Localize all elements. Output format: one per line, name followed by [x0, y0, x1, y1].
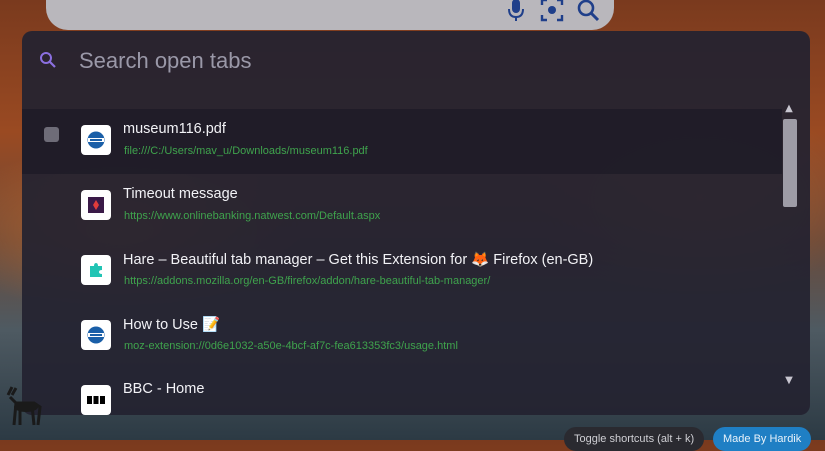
microphone-icon[interactable]	[508, 0, 524, 26]
search-icon[interactable]	[576, 0, 600, 26]
puzzle-icon	[81, 255, 111, 285]
scroll-down-icon[interactable]: ▼	[783, 375, 795, 387]
tab-title: Timeout message	[123, 186, 238, 202]
tab-checkbox[interactable]	[44, 127, 59, 142]
tab-url: moz-extension://0d6e1032-a50e-4bcf-af7c-…	[124, 340, 458, 352]
bbc-icon	[81, 385, 111, 415]
natwest-icon	[81, 190, 111, 220]
scrollbar[interactable]: ▲ ▼	[782, 103, 797, 393]
made-by-button[interactable]: Made By Hardik	[713, 427, 812, 451]
tab-search-panel: museum116.pdf file:///C:/Users/mav_u/Dow…	[22, 31, 810, 415]
scroll-up-icon[interactable]: ▲	[783, 103, 795, 115]
tab-row[interactable]: museum116.pdf file:///C:/Users/mav_u/Dow…	[22, 109, 782, 174]
tab-list: museum116.pdf file:///C:/Users/mav_u/Dow…	[22, 109, 782, 415]
browser-search-bar[interactable]	[46, 0, 614, 30]
lens-icon[interactable]	[540, 0, 564, 26]
tab-title: museum116.pdf	[123, 121, 226, 137]
tab-url: file:///C:/Users/mav_u/Downloads/museum1…	[124, 145, 368, 157]
globe-icon	[81, 320, 111, 350]
scroll-thumb[interactable]	[783, 119, 797, 207]
tab-url: https://addons.mozilla.org/en-GB/firefox…	[124, 275, 491, 287]
tab-row[interactable]: BBC - Home	[22, 369, 782, 415]
search-row	[22, 31, 810, 89]
deer-silhouette	[6, 386, 42, 426]
tab-title: Hare – Beautiful tab manager – Get this …	[123, 252, 594, 268]
tab-row[interactable]: Timeout message https://www.onlinebankin…	[22, 174, 782, 239]
globe-icon	[81, 125, 111, 155]
tab-row[interactable]: Hare – Beautiful tab manager – Get this …	[22, 239, 782, 304]
search-icon	[39, 51, 57, 73]
search-input[interactable]	[77, 45, 701, 77]
tab-title: BBC - Home	[123, 381, 205, 397]
tab-title: How to Use 📝	[123, 317, 221, 333]
toggle-shortcuts-button[interactable]: Toggle shortcuts (alt + k)	[564, 427, 705, 451]
tab-row[interactable]: How to Use 📝 moz-extension://0d6e1032-a5…	[22, 304, 782, 369]
tab-url: https://www.onlinebanking.natwest.com/De…	[124, 210, 381, 222]
